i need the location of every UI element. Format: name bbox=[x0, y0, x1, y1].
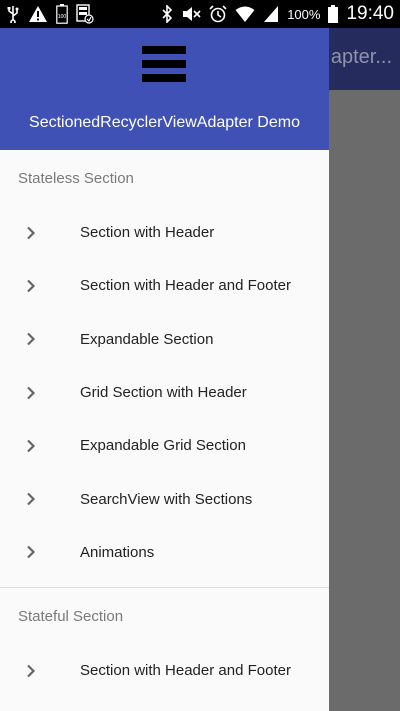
menu-item-expandable-grid-section[interactable]: Expandable Grid Section bbox=[0, 419, 329, 472]
alarm-icon bbox=[209, 5, 227, 23]
status-right-icons: 100% 19:40 bbox=[161, 3, 394, 25]
menu-item-section-with-header[interactable]: Section with Header bbox=[0, 206, 329, 259]
menu-item-searchview-with-sections[interactable]: SearchView with Sections bbox=[0, 472, 329, 525]
menu-item-expandable-section[interactable]: Expandable Section bbox=[0, 313, 329, 366]
usb-icon bbox=[6, 5, 20, 23]
battery-level-text: 100 bbox=[58, 14, 67, 20]
section-stateless: Stateless Section Section with Header Se… bbox=[0, 150, 329, 579]
app-logo-icon bbox=[142, 46, 186, 86]
battery-icon bbox=[328, 5, 339, 23]
chevron-right-icon bbox=[24, 545, 38, 559]
section-label: Stateless Section bbox=[18, 169, 134, 187]
status-bar: 100 100% 19:40 bbox=[0, 0, 400, 28]
menu-item-label: Section with Header and Footer bbox=[80, 277, 291, 295]
section-label: Stateful Section bbox=[18, 607, 124, 625]
menu-item-label: Expandable Section bbox=[80, 330, 214, 348]
warning-icon bbox=[28, 5, 48, 23]
section-stateful: Stateful Section Section with Header and… bbox=[0, 588, 329, 697]
menu-item-label: Section with Header and Footer bbox=[80, 662, 291, 680]
wifi-icon bbox=[235, 5, 255, 23]
chevron-right-icon bbox=[24, 492, 38, 506]
app-bar-title: apter... bbox=[330, 46, 392, 68]
menu-item-animations[interactable]: Animations bbox=[0, 526, 329, 579]
menu-item-stateful-section-with-header-and-footer[interactable]: Section with Header and Footer bbox=[0, 644, 329, 697]
signal-icon bbox=[263, 5, 279, 23]
menu-item-label: SearchView with Sections bbox=[80, 490, 253, 508]
clock: 19:40 bbox=[346, 3, 394, 24]
storage-icon bbox=[76, 4, 94, 24]
status-left-icons: 100 bbox=[6, 4, 94, 24]
battery-percent: 100% bbox=[287, 6, 321, 22]
chevron-right-icon bbox=[24, 226, 38, 240]
menu-item-label: Animations bbox=[80, 543, 155, 561]
drawer-header-title: SectionedRecyclerViewAdapter Demo bbox=[29, 114, 300, 131]
bluetooth-icon bbox=[161, 5, 173, 23]
menu-item-label: Expandable Grid Section bbox=[80, 437, 246, 455]
menu-item-label: Section with Header bbox=[80, 224, 215, 242]
mute-icon bbox=[181, 5, 201, 23]
chevron-right-icon bbox=[24, 439, 38, 453]
menu-item-label: Grid Section with Header bbox=[80, 384, 247, 402]
battery-level-icon: 100 bbox=[56, 4, 68, 24]
chevron-right-icon bbox=[24, 386, 38, 400]
chevron-right-icon bbox=[24, 332, 38, 346]
menu-item-grid-section-with-header[interactable]: Grid Section with Header bbox=[0, 366, 329, 419]
drawer-header: SectionedRecyclerViewAdapter Demo bbox=[0, 28, 329, 150]
menu-item-section-with-header-and-footer[interactable]: Section with Header and Footer bbox=[0, 259, 329, 312]
chevron-right-icon bbox=[24, 664, 38, 678]
chevron-right-icon bbox=[24, 279, 38, 293]
navigation-drawer: SectionedRecyclerViewAdapter Demo Statel… bbox=[0, 28, 329, 711]
